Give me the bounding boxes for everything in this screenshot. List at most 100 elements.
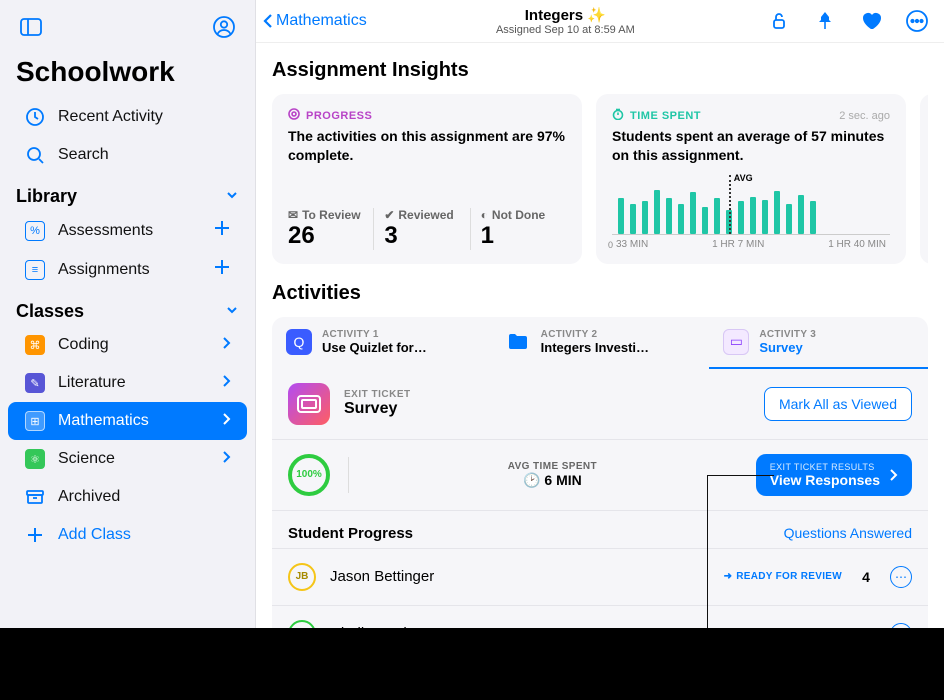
sidebar-toggle-icon[interactable] (16, 12, 46, 42)
inbox-icon: ✉ (288, 208, 298, 222)
chevron-right-icon (221, 336, 231, 355)
student-row[interactable]: JB Jason Bettinger ➜READY FOR REVIEW 4 ⋯ (272, 548, 928, 605)
avatar: CB (288, 620, 316, 628)
heart-icon[interactable] (856, 6, 886, 36)
chevron-down-icon (225, 301, 239, 322)
clock-icon: 🕑 (523, 472, 540, 489)
sidebar-item-label: Science (58, 450, 115, 468)
chevron-down-icon (225, 186, 239, 207)
plus-icon (24, 524, 46, 546)
sidebar-item-label: Assignments (58, 261, 150, 279)
topbar: Mathematics Integers ✨ Assigned Sep 10 a… (256, 0, 944, 43)
results-eyebrow: EXIT TICKET RESULTS (770, 462, 880, 472)
time-spent-card[interactable]: TIME SPENT 2 sec. ago Students spent an … (596, 94, 906, 264)
timer-icon (612, 108, 624, 123)
sidebar-item-coding[interactable]: ⌘ Coding (8, 326, 247, 364)
activity-eyebrow: EXIT TICKET (344, 389, 411, 400)
avg-label: AVG (732, 173, 755, 183)
mark-all-viewed-button[interactable]: Mark All as Viewed (764, 387, 912, 421)
sidebar-item-assignments[interactable]: ≡ Assignments (8, 250, 247, 289)
document-icon: ≡ (24, 259, 46, 281)
account-icon[interactable] (209, 12, 239, 42)
y-zero-label: 0 (608, 240, 613, 250)
questions-answered-link[interactable]: Questions Answered (784, 525, 912, 541)
activities-heading: Activities (272, 282, 928, 305)
avg-time-label: AVG TIME SPENT (367, 461, 738, 472)
atom-icon: ⚛ (24, 448, 46, 470)
calculator-icon: ⊞ (24, 410, 46, 432)
chevron-left-icon (262, 12, 274, 30)
plus-icon[interactable] (213, 219, 231, 242)
tab-activity-3[interactable]: ▭ ACTIVITY 3Survey (709, 317, 928, 369)
progress-text: The activities on this assignment are 97… (288, 127, 566, 165)
pin-icon[interactable] (810, 6, 840, 36)
card-label: PROGRESS (306, 110, 372, 122)
sidebar-item-assessments[interactable]: % Assessments (8, 211, 247, 250)
main: Mathematics Integers ✨ Assigned Sep 10 a… (256, 0, 944, 628)
activity-title: Survey (344, 400, 411, 418)
sidebar-item-label: Literature (58, 374, 126, 392)
sidebar-section-classes[interactable]: Classes (0, 289, 255, 326)
chevron-right-icon (221, 450, 231, 469)
chevron-right-icon (888, 468, 898, 482)
percent-icon: % (24, 220, 46, 242)
metric-not-done: ◐Not Done 1 (470, 208, 566, 250)
sidebar-item-add-class[interactable]: Add Class (8, 516, 247, 554)
page-subtitle: Assigned Sep 10 at 8:59 AM (375, 24, 756, 36)
sidebar-item-recent-activity[interactable]: Recent Activity (8, 98, 247, 136)
tab-activity-1[interactable]: Q ACTIVITY 1Use Quizlet for… (272, 317, 491, 369)
divider (348, 457, 349, 493)
lock-open-icon[interactable] (764, 6, 794, 36)
sidebar-section-library[interactable]: Library (0, 174, 255, 211)
quizlet-app-icon: Q (286, 329, 312, 355)
sidebar-item-mathematics[interactable]: ⊞ Mathematics (8, 402, 247, 440)
progress-card[interactable]: PROGRESS The activities on this assignme… (272, 94, 582, 264)
back-button[interactable]: Mathematics (262, 12, 367, 30)
more-icon[interactable] (902, 6, 932, 36)
time-histogram: AVG (612, 175, 890, 235)
chevron-right-icon (221, 412, 231, 431)
code-icon: ⌘ (24, 334, 46, 356)
archive-icon (24, 486, 46, 508)
section-label: Library (16, 186, 77, 207)
sidebar-item-literature[interactable]: ✎ Literature (8, 364, 247, 402)
insights-heading: Assignment Insights (272, 59, 928, 82)
results-label: View Responses (770, 472, 880, 488)
sidebar-item-label: Search (58, 146, 109, 164)
xaxis-max: 1 HR 40 MIN (828, 239, 886, 250)
view-responses-button[interactable]: EXIT TICKET RESULTS View Responses (756, 454, 912, 496)
answered-count: 4 (856, 569, 876, 585)
exit-ticket-icon (288, 383, 330, 425)
target-icon (288, 108, 300, 123)
sidebar-item-label: Mathematics (58, 412, 149, 430)
next-card-peek[interactable] (920, 94, 928, 264)
sidebar-item-search[interactable]: Search (8, 136, 247, 174)
completion-ring: 100% (288, 454, 330, 496)
letterbox-bar (0, 628, 944, 700)
back-label: Mathematics (276, 12, 367, 30)
app-title: Schoolwork (0, 52, 255, 98)
student-progress-heading: Student Progress (288, 525, 413, 542)
sidebar-item-label: Assessments (58, 222, 153, 240)
student-name: Jason Bettinger (330, 568, 434, 585)
student-row[interactable]: CB Chella Boehm ➜READY FOR REVIEW 4 ⋯ (272, 605, 928, 628)
row-more-button[interactable]: ⋯ (890, 566, 912, 588)
sidebar-item-label: Coding (58, 336, 109, 354)
sidebar: Schoolwork Recent Activity Search Librar… (0, 0, 256, 628)
time-text: Students spent an average of 57 minutes … (612, 127, 890, 165)
timestamp: 2 sec. ago (839, 110, 890, 122)
chevron-right-icon (221, 374, 231, 393)
xaxis-mid: 1 HR 7 MIN (712, 239, 764, 250)
search-icon (24, 144, 46, 166)
sidebar-item-label: Archived (58, 488, 120, 506)
metric-reviewed: ✔Reviewed 3 (373, 208, 469, 250)
metric-to-review: ✉To Review 26 (288, 208, 373, 250)
tab-activity-2[interactable]: ACTIVITY 2Integers Investi… (491, 317, 710, 369)
sidebar-item-science[interactable]: ⚛ Science (8, 440, 247, 478)
plus-icon[interactable] (213, 258, 231, 281)
xaxis-min: 33 MIN (616, 239, 648, 250)
avatar: JB (288, 563, 316, 591)
section-label: Classes (16, 301, 84, 322)
clock-icon (24, 106, 46, 128)
sidebar-item-archived[interactable]: Archived (8, 478, 247, 516)
